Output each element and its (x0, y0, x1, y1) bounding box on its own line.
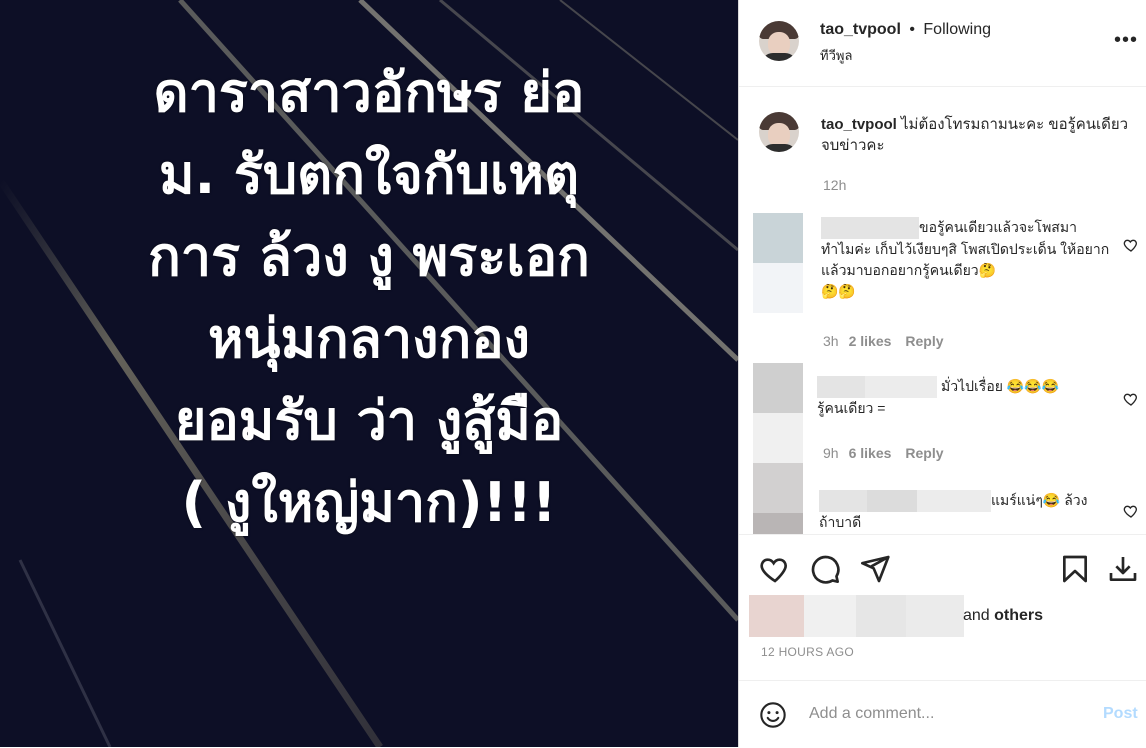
location-label[interactable]: ทีวีพูล (820, 45, 852, 66)
commenter-avatar[interactable] (753, 363, 803, 463)
headline-line: ยอมรับ ว่า งูสู้มือ (174, 389, 564, 452)
emoji-icon[interactable] (759, 701, 787, 729)
caption-avatar[interactable] (759, 112, 799, 152)
post-button[interactable]: Post (1103, 705, 1138, 723)
comment-text: แมร์แน่ๆ😂 ล้วง ถ้าบาดี (819, 490, 1088, 531)
like-comment-icon[interactable] (1123, 391, 1139, 407)
post-timestamp[interactable]: 12 HOURS AGO (761, 645, 854, 659)
following-button[interactable]: Following (923, 21, 991, 38)
comment-input[interactable]: Add a comment... (809, 705, 934, 723)
like-comment-icon[interactable] (1123, 237, 1139, 253)
headline-line: ( งูใหญ่มาก)!!! (181, 471, 557, 534)
author-avatar[interactable] (759, 21, 799, 61)
share-icon[interactable] (859, 553, 891, 585)
comment-likes[interactable]: 6 likes (849, 445, 892, 461)
download-icon[interactable] (1107, 553, 1139, 585)
comment-time[interactable]: 3h (823, 333, 839, 349)
more-horizontal-icon[interactable]: ••• (1114, 29, 1138, 52)
headline-line: หนุ่มกลางกอง (207, 307, 531, 370)
comment-text: ขอรู้คนเดียวแล้วจะโพสมา ทำไมค่ะ เก็บไว้เ… (821, 217, 1110, 300)
separator-dot: • (909, 21, 915, 38)
headline-line: การ ล้วง งู พระเอก (148, 225, 590, 288)
heart-icon[interactable] (759, 553, 791, 585)
caption: tao_tvpool ไม่ต้องโทรมถามนะคะ ขอรู้คนเดี… (821, 114, 1131, 156)
comment-icon[interactable] (809, 553, 841, 585)
likes-summary: and others (963, 607, 1044, 624)
caption-time[interactable]: 12h (823, 177, 846, 193)
comment-time[interactable]: 9h (823, 445, 839, 461)
blurred-username (821, 217, 919, 240)
post-image[interactable]: ดาราสาวอักษร ย่อ ม. รับตกใจกับเหตุ การ ล… (0, 0, 738, 747)
post-side-panel: tao_tvpool • Following ทีวีพูล ••• tao_t… (738, 0, 1146, 747)
headline-line: ม. รับตกใจกับเหตุ (158, 143, 580, 206)
headline-line: ดาราสาวอักษร ย่อ (153, 61, 585, 124)
caption-username[interactable]: tao_tvpool (821, 116, 897, 133)
bookmark-icon[interactable] (1059, 553, 1091, 585)
author-username[interactable]: tao_tvpool (820, 21, 901, 38)
blurred-username (917, 490, 991, 513)
action-bar: and others 12 HOURS AGO (739, 534, 1146, 675)
post-header: tao_tvpool • Following ทีวีพูล ••• (739, 0, 1146, 87)
add-comment-bar: Add a comment... Post (739, 680, 1146, 748)
liker-names[interactable] (804, 595, 964, 637)
comment-meta: 9h 6 likes Reply (823, 445, 944, 461)
blurred-username (865, 376, 937, 399)
others-link[interactable]: others (994, 607, 1043, 624)
comment-meta: 3h 2 likes Reply (823, 333, 944, 349)
commenter-avatar[interactable] (753, 463, 803, 534)
like-comment-icon[interactable] (1123, 503, 1139, 519)
comment-likes[interactable]: 2 likes (849, 333, 892, 349)
commenter-avatar[interactable] (753, 213, 803, 313)
liker-avatar[interactable] (749, 595, 804, 637)
reply-button[interactable]: Reply (905, 333, 943, 349)
comment-text: มั่วไปเรื่อย 😂😂😂 รู้คนเดียว = (817, 376, 1060, 417)
headline-text: ดาราสาวอักษร ย่อ ม. รับตกใจกับเหตุ การ ล… (0, 52, 738, 544)
reply-button[interactable]: Reply (905, 445, 943, 461)
comments-section[interactable]: tao_tvpool ไม่ต้องโทรมถามนะคะ ขอรู้คนเดี… (739, 87, 1146, 534)
